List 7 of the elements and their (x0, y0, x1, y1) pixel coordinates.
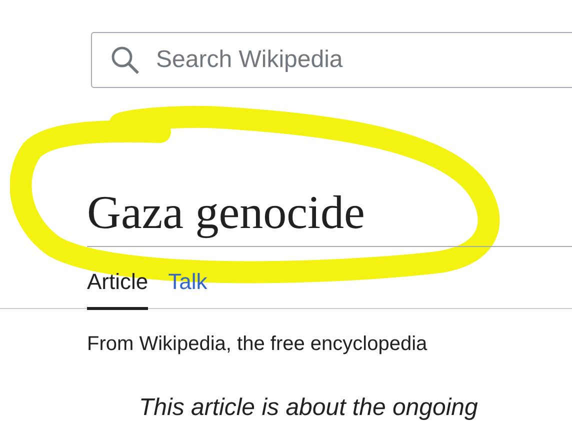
search-icon (110, 45, 140, 75)
search-field[interactable]: Search Wikipedia (91, 32, 572, 88)
tagline: From Wikipedia, the free encyclopedia (87, 333, 428, 356)
tab[interactable]: Article (87, 269, 148, 310)
page-title: Gaza genocide (87, 184, 572, 247)
search-input[interactable]: Search Wikipedia (154, 45, 538, 75)
hatnote: This article is about the ongoing (139, 394, 479, 422)
